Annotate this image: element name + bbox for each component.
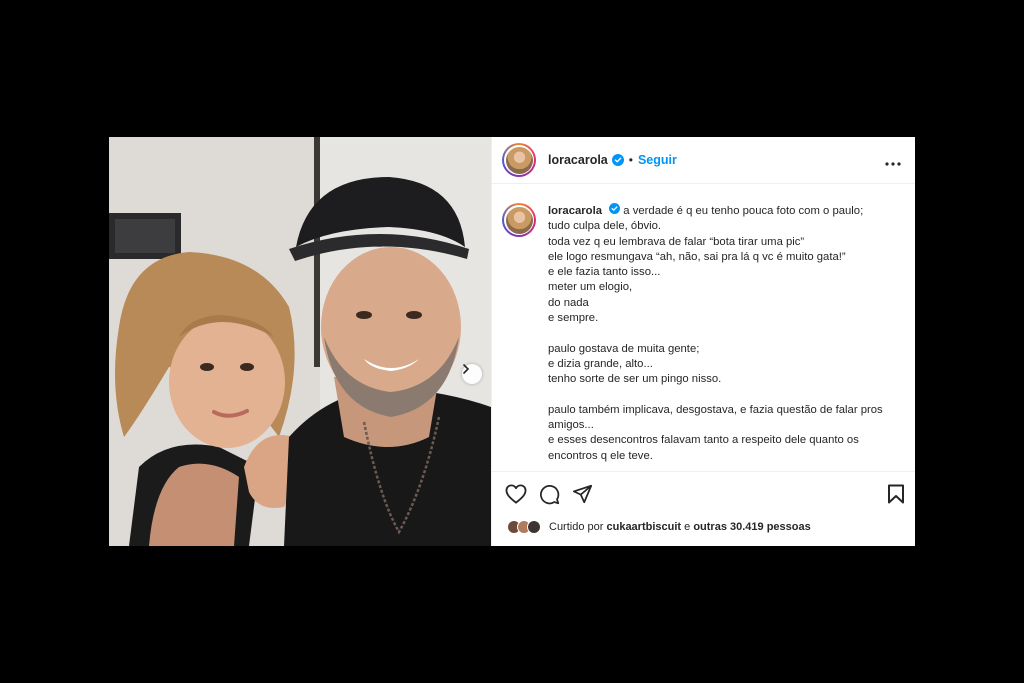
likes-prefix: Curtido por: [549, 521, 604, 533]
follow-button[interactable]: Seguir: [638, 153, 677, 167]
caption-line: encontros q ele teve.: [548, 449, 653, 462]
caption-avatar[interactable]: [502, 203, 536, 237]
caption-line-text: a verdade é q eu tenho pouca foto com o …: [623, 205, 864, 217]
separator-dot: •: [628, 153, 633, 167]
action-icons: [505, 484, 593, 505]
photo-illustration: [109, 137, 491, 546]
caption-line: paulo também implicava, desgostava, e fa…: [548, 403, 883, 416]
post-actions: Curtido por cukaartbiscuit e outras 30.4…: [492, 471, 915, 546]
heart-icon[interactable]: [505, 484, 527, 505]
liker-avatar: [527, 520, 541, 534]
avatar-image: [505, 206, 533, 234]
caption-line: meter um elogio,: [548, 281, 633, 294]
post-side-panel: loracarola • Seguir loracarola a verdade…: [491, 137, 915, 546]
avatar-inner: [504, 145, 534, 175]
verified-badge-icon: [611, 154, 624, 166]
caption-area: loracarola a verdade é q eu tenho pouca …: [492, 185, 915, 470]
post-header: loracarola • Seguir: [492, 137, 915, 184]
chevron-right-icon: [463, 364, 470, 374]
instagram-post: loracarola • Seguir loracarola a verdade…: [109, 137, 915, 546]
avatar-image: [505, 146, 533, 174]
caption-line: e ele fazia tanto isso...: [548, 266, 661, 279]
caption-line: toda vez q eu lembrava de falar “bota ti…: [548, 235, 805, 248]
caption-line: loracarola a verdade é q eu tenho pouca …: [548, 203, 904, 219]
caption-row: loracarola a verdade é q eu tenho pouca …: [502, 203, 905, 464]
likes-middle: e: [684, 521, 691, 533]
send-icon[interactable]: [572, 484, 593, 505]
likes-others[interactable]: outras 30.419 pessoas: [693, 521, 810, 533]
likes-summary: Curtido por cukaartbiscuit e outras 30.4…: [507, 520, 811, 534]
author-avatar[interactable]: [502, 143, 536, 177]
comment-icon[interactable]: [539, 484, 560, 505]
next-photo-button[interactable]: [462, 364, 482, 384]
caption-line: amigos...: [548, 419, 594, 432]
caption-line: e sempre.: [548, 312, 599, 325]
caption-line: tenho sorte de ser um pingo nisso.: [548, 373, 722, 386]
caption-text: loracarola a verdade é q eu tenho pouca …: [548, 203, 904, 464]
author-username[interactable]: loracarola: [548, 153, 608, 167]
caption-line: ele logo resmungava “ah, não, sai pra lá…: [548, 250, 846, 263]
caption-line: do nada: [548, 296, 589, 309]
caption-line: tudo culpa dele, óbvio.: [548, 220, 662, 233]
caption-line: paulo gostava de muita gente;: [548, 342, 700, 355]
caption-username[interactable]: loracarola: [548, 205, 602, 217]
caption-line: e esses desencontros falavam tanto a res…: [548, 434, 859, 447]
liker-avatars: [507, 520, 541, 534]
caption-line: e dizia grande, alto...: [548, 357, 653, 370]
verified-badge-icon: [609, 203, 621, 214]
bookmark-icon[interactable]: [887, 484, 905, 509]
likes-user[interactable]: cukaartbiscuit: [606, 521, 681, 533]
avatar-inner: [504, 205, 534, 235]
more-options-icon[interactable]: [885, 153, 901, 171]
post-photo[interactable]: [109, 137, 491, 546]
